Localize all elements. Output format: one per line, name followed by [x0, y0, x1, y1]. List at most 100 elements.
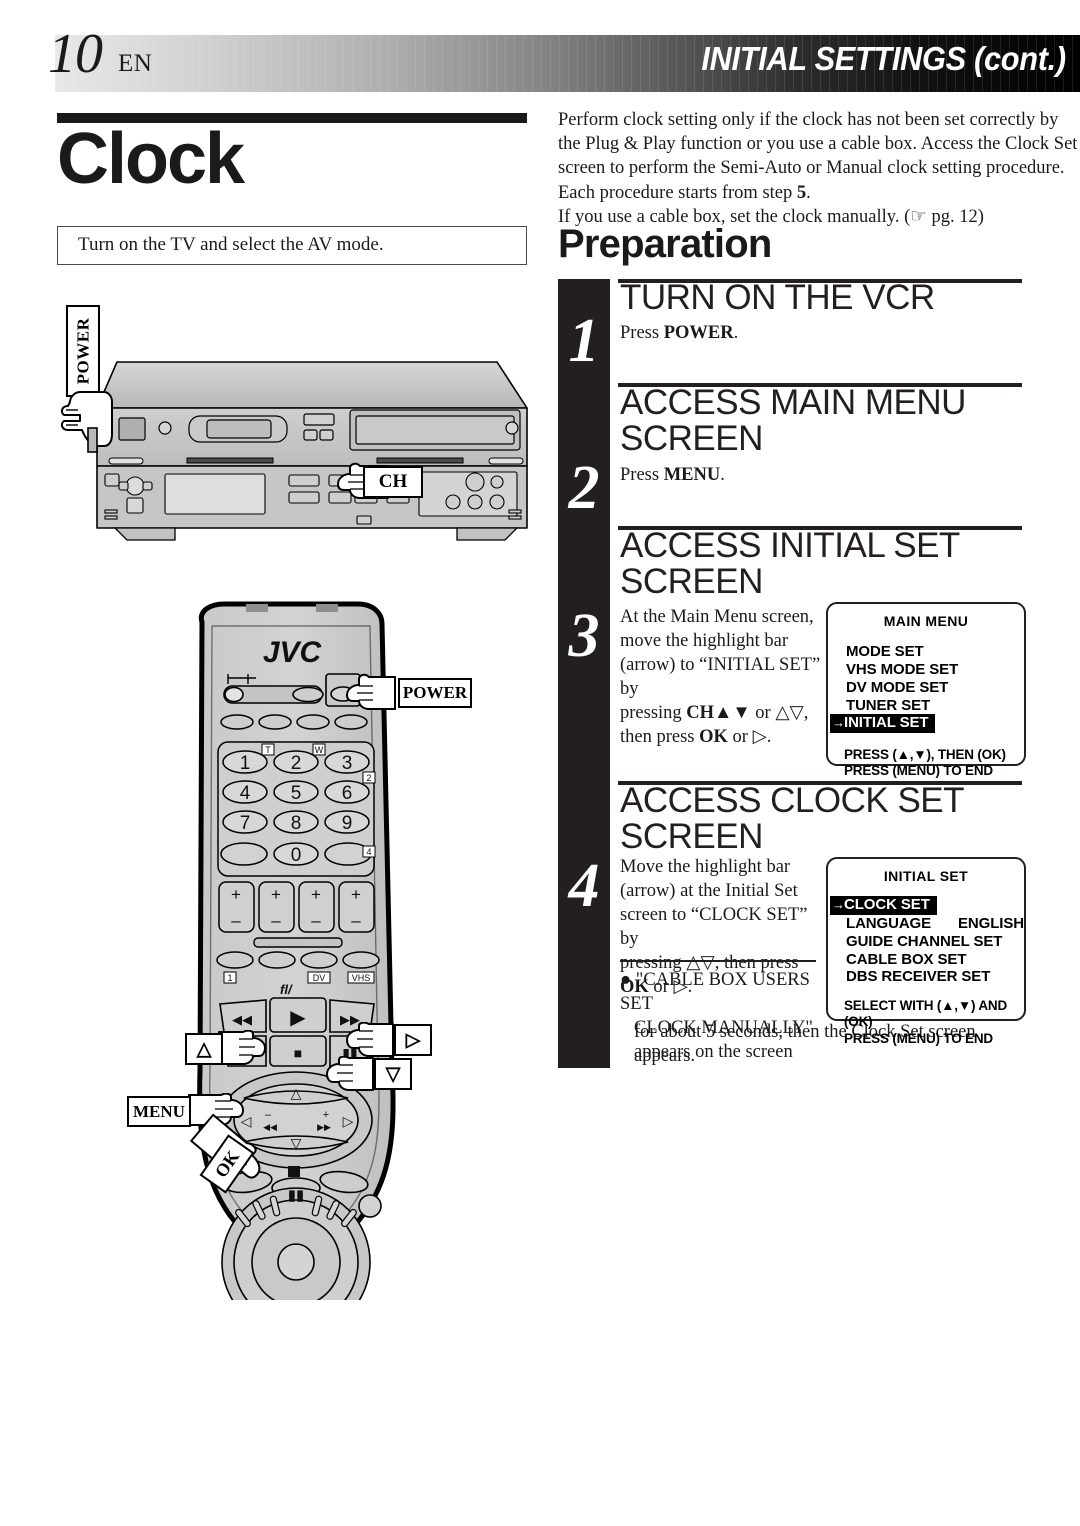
osd-main-menu-item[interactable]: MODE SET: [846, 643, 1024, 661]
osd-initial-set-title: INITIAL SET: [883, 868, 969, 884]
step-4-heading: ACCESS CLOCK SET SCREEN: [620, 781, 964, 857]
osd-main-menu-title: MAIN MENU: [883, 613, 969, 629]
remote-right-callout-label: ▷: [405, 1029, 421, 1051]
step-2-body-pre: Press: [620, 465, 664, 485]
svg-text:6: 6: [342, 783, 353, 804]
step-1-heading: TURN ON THE VCR: [620, 278, 935, 317]
step-3-body-l3: (arrow) to “INITIAL SET” by: [620, 655, 821, 700]
intro-text-main: Perform clock setting only if the clock …: [558, 110, 1078, 203]
svg-text:4: 4: [240, 783, 251, 804]
svg-text:▽: ▽: [291, 1135, 302, 1151]
vcr-ch-callout: CH: [363, 466, 423, 498]
osd-initial-set-highlight-label: CLOCK SET: [844, 896, 930, 913]
remote-power-callout-label: POWER: [402, 683, 468, 702]
osd-initial-set-item: LANGUAGE: [846, 914, 932, 932]
osd-initial-set-language-row[interactable]: LANGUAGE ENGLISH: [846, 915, 1024, 933]
svg-text:0: 0: [291, 845, 302, 866]
pointing-hand-icon: [60, 388, 116, 459]
osd-initial-set-footer-l2: PRESS (MENU) TO END: [844, 1030, 993, 1046]
step-3-body-l4-key: CH▲▼: [686, 703, 751, 724]
svg-text:▮▮: ▮▮: [288, 1187, 305, 1204]
step-2-body: Press MENU.: [620, 463, 1010, 487]
svg-text:–: –: [231, 911, 241, 930]
osd-initial-set-footer: SELECT WITH (▲,▼) AND (OK) PRESS (MENU) …: [828, 998, 1024, 1047]
step-3-body-l2: move the highlight bar: [620, 631, 789, 652]
step-3-body-l5-pre: then press: [620, 727, 700, 748]
osd-initial-set-item[interactable]: CABLE BOX SET: [846, 951, 1024, 969]
osd-main-menu-list: MODE SET VHS MODE SET DV MODE SET TUNER …: [828, 643, 1024, 734]
osd-main-menu-item[interactable]: VHS MODE SET: [846, 661, 1024, 679]
preparation-heading: Preparation: [558, 222, 772, 266]
remote-up-callout-label: △: [196, 1038, 212, 1060]
remote-power-callout: POWER: [398, 678, 472, 708]
header-title: INITIAL SETTINGS (cont.): [701, 40, 1067, 77]
osd-initial-set-language-value: ENGLISH: [958, 914, 1024, 932]
remote-down-callout: ▽: [374, 1058, 412, 1090]
step-4-bullet-l5: appears.: [634, 1046, 696, 1067]
osd-main-menu-highlighted-row[interactable]: →INITIAL SET: [830, 714, 1024, 734]
step-4-body-l3: screen to “CLOCK SET” by: [620, 905, 808, 950]
page-title: Clock: [57, 119, 245, 199]
page-number: 10: [48, 23, 103, 85]
intro-text-tail: .: [806, 182, 811, 203]
step-2-heading: ACCESS MAIN MENU SCREEN: [620, 383, 966, 459]
svg-text:5: 5: [291, 783, 302, 804]
step-number-bar: [558, 279, 610, 1068]
svg-text:8: 8: [291, 813, 302, 834]
osd-main-menu-highlight-label: INITIAL SET: [844, 714, 929, 732]
osd-initial-set-item[interactable]: DBS RECEIVER SET: [846, 968, 1024, 986]
step-3-body-l4-pre: pressing: [620, 703, 687, 724]
step-4-body-l1: Move the highlight bar: [620, 857, 791, 877]
osd-main-menu-item[interactable]: DV MODE SET: [846, 679, 1024, 697]
osd-main-menu-item[interactable]: TUNER SET: [846, 697, 1024, 715]
svg-text:+: +: [323, 1109, 329, 1121]
svg-text:DV: DV: [313, 973, 326, 983]
svg-text:W: W: [315, 745, 324, 755]
vcr-ch-callout-label: CH: [378, 471, 408, 492]
osd-main-menu-footer-l1: PRESS (▲,▼), THEN (OK): [844, 747, 1006, 763]
osd-main-menu: MAIN MENU MODE SET VHS MODE SET DV MODE …: [826, 602, 1026, 778]
remote-menu-callout: MENU: [127, 1096, 191, 1127]
svg-text:9: 9: [342, 813, 353, 834]
svg-text:▶▶: ▶▶: [317, 1122, 331, 1132]
step-3-heading: ACCESS INITIAL SET SCREEN: [620, 526, 960, 602]
svg-text:–: –: [351, 911, 361, 930]
svg-text:2: 2: [291, 753, 302, 774]
osd-initial-set-item[interactable]: GUIDE CHANNEL SET: [846, 933, 1024, 951]
step-4-body-l2: (arrow) at the Initial Set: [620, 881, 798, 902]
step-4-bullet-rule: [620, 960, 816, 962]
step-1-number: 1: [568, 307, 600, 375]
osd-initial-set: INITIAL SET →CLOCK SET LANGUAGE ENGLISH …: [826, 857, 1026, 1046]
remote-right-callout: ▷: [394, 1024, 432, 1056]
svg-text:△: △: [291, 1085, 302, 1101]
step-3-body-l4-mid: or △▽,: [750, 703, 809, 724]
svg-text:+: +: [231, 885, 241, 904]
step-1-body-pre: Press: [620, 323, 664, 343]
svg-text:7: 7: [240, 813, 251, 834]
intro-paragraph: Perform clock setting only if the clock …: [558, 108, 1078, 229]
page-language-code: EN: [118, 50, 153, 77]
step-3-body-l5-key: OK: [699, 727, 728, 748]
svg-text:–: –: [271, 911, 281, 930]
step-1-body: Press POWER.: [620, 321, 1010, 345]
remote-down-callout-label: ▽: [385, 1063, 401, 1085]
preparation-note-text: Turn on the TV and select the AV mode.: [78, 234, 384, 255]
svg-text:▷: ▷: [343, 1113, 354, 1129]
osd-main-menu-highlight-arrow-icon: →: [832, 715, 845, 731]
svg-text:+: +: [311, 885, 321, 904]
svg-text:2: 2: [366, 773, 371, 783]
osd-initial-set-highlight-arrow-icon: →: [832, 897, 845, 912]
remote-menu-callout-label: MENU: [133, 1101, 185, 1121]
step-4-bullet-l1: ● "CABLE BOX USERS SET: [620, 970, 810, 1015]
pointing-hand-icon: [325, 1055, 377, 1097]
svg-text:4: 4: [366, 847, 371, 857]
svg-text:1: 1: [240, 753, 251, 774]
svg-text:◀◀: ◀◀: [263, 1122, 277, 1132]
svg-text:VHS: VHS: [352, 973, 371, 983]
pointing-hand-icon: [345, 673, 403, 718]
osd-initial-set-highlighted-row[interactable]: →CLOCK SET: [830, 896, 1024, 915]
svg-text:+: +: [351, 885, 361, 904]
step-3-number: 3: [568, 602, 600, 670]
remote-control-illustration: JVC 1 2 3 4 5 6 7 8 9 0 T W 2 4 + – + – …: [120, 600, 540, 1337]
svg-text:fl/: fl/: [280, 982, 293, 997]
